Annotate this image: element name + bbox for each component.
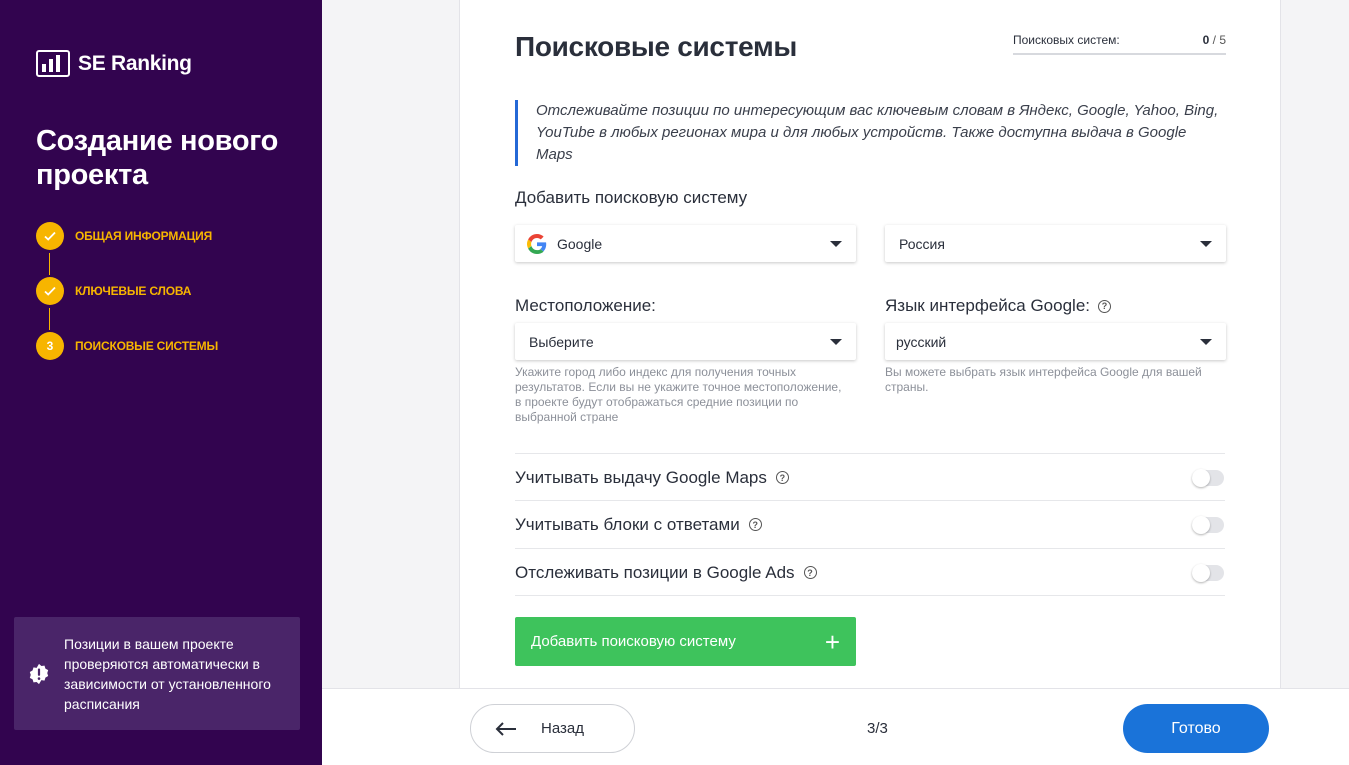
step-label: Ключевые слова: [75, 284, 192, 298]
step-number: 3: [36, 332, 64, 360]
search-engine-select[interactable]: Google: [515, 225, 856, 262]
language-hint: Вы можете выбрать язык интерфейса Google…: [885, 365, 1202, 394]
location-label: Местоположение:: [515, 296, 656, 315]
help-icon[interactable]: ?: [1098, 299, 1111, 313]
country-select[interactable]: Россия: [885, 225, 1226, 262]
help-icon[interactable]: ?: [803, 566, 817, 579]
chevron-down-icon: [1200, 240, 1212, 247]
toggle-row-answer-blocks: Учитывать блоки с ответами?: [515, 500, 1225, 548]
toggle-row-google-maps: Учитывать выдачу Google Maps?: [515, 453, 1225, 501]
add-button-label: Добавить поисковую систему: [531, 633, 736, 650]
step-connector: [49, 308, 50, 330]
toggle-label: Учитывать блоки с ответами: [515, 514, 740, 534]
step-search-engines[interactable]: 3 Поисковые системы: [36, 332, 218, 387]
chevron-down-icon: [830, 338, 842, 345]
google-logo-icon: [527, 233, 547, 254]
google-ads-toggle[interactable]: [1192, 563, 1224, 582]
alert-badge-icon: [29, 663, 49, 684]
step-general-info[interactable]: Общая информация: [36, 222, 218, 277]
step-label: Общая информация: [75, 229, 213, 243]
add-search-engine-button[interactable]: Добавить поисковую систему +: [515, 617, 856, 666]
divider: [515, 595, 1225, 596]
check-icon: [36, 222, 64, 250]
footer-bar: Назад 3/3 Готово: [322, 688, 1349, 765]
step-keywords[interactable]: Ключевые слова: [36, 277, 218, 332]
chevron-down-icon: [1200, 338, 1212, 345]
bar-chart-icon: [36, 50, 70, 77]
description: Отслеживайте позиции по интересующим вас…: [515, 100, 1227, 166]
brand-logo[interactable]: SE Ranking: [36, 50, 192, 77]
back-label: Назад: [541, 720, 584, 737]
answer-blocks-toggle[interactable]: [1192, 515, 1224, 534]
toggle-label: Отслеживать позиции в Google Ads: [515, 562, 795, 582]
step-pager: 3/3: [867, 720, 888, 737]
toggle-row-google-ads: Отслеживать позиции в Google Ads?: [515, 548, 1225, 596]
language-value: русский: [896, 333, 947, 350]
done-button[interactable]: Готово: [1123, 704, 1269, 753]
notice-text: Позиции в вашем проекте проверяются авто…: [64, 635, 271, 712]
toggle-label: Учитывать выдачу Google Maps: [515, 467, 767, 487]
location-hint: Укажите город либо индекс для получения …: [515, 365, 842, 424]
language-select[interactable]: русский: [885, 323, 1226, 360]
plus-icon: +: [824, 626, 840, 657]
check-icon: [36, 277, 64, 305]
sidebar: SE Ranking Создание нового проекта Общая…: [0, 0, 322, 765]
wizard-steps: Общая информация Ключевые слова 3 Поиско…: [36, 222, 218, 387]
help-icon[interactable]: ?: [748, 518, 762, 531]
main-card: Поисковые системы Поисковых систем: 0 / …: [459, 0, 1281, 688]
google-maps-toggle[interactable]: [1192, 468, 1224, 487]
search-engine-value: Google: [557, 235, 603, 252]
location-select[interactable]: Выберите: [515, 323, 856, 360]
arrow-left-icon: [495, 721, 516, 736]
country-value: Россия: [899, 235, 945, 252]
step-connector: [49, 253, 50, 275]
schedule-notice: Позиции в вашем проекте проверяются авто…: [14, 617, 300, 730]
page-title: Поисковые системы: [515, 31, 798, 62]
language-label: Язык интерфейса Google: ?: [885, 296, 1111, 316]
brand-name: SE Ranking: [78, 51, 192, 75]
add-engine-heading: Добавить поисковую систему: [515, 188, 748, 207]
engine-counter: Поисковых систем: 0 / 5: [1013, 33, 1226, 55]
counter-value: 0 / 5: [1202, 33, 1226, 47]
step-label: Поисковые системы: [75, 339, 218, 353]
sidebar-title: Создание нового проекта: [36, 125, 279, 191]
chevron-down-icon: [830, 240, 842, 247]
location-value: Выберите: [529, 333, 594, 350]
back-button[interactable]: Назад: [470, 704, 635, 753]
counter-label: Поисковых систем:: [1013, 33, 1120, 47]
help-icon[interactable]: ?: [775, 471, 789, 484]
